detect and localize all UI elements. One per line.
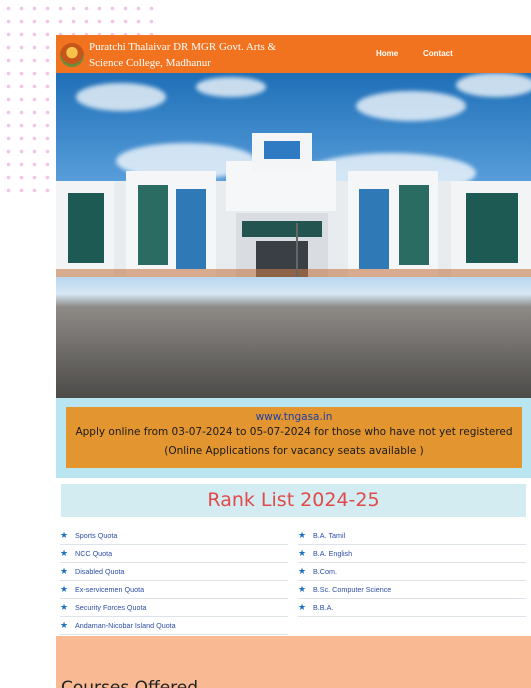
- list-item-bsc-computer-science[interactable]: ★ B.Sc. Computer Science: [298, 581, 526, 599]
- list-item-ba-english[interactable]: ★ B.A. English: [298, 545, 526, 563]
- list-item-andaman-nicobar-quota[interactable]: ★ Andaman-Nicobar Island Quota: [60, 617, 288, 635]
- list-item-ncc-quota[interactable]: ★ NCC Quota: [60, 545, 288, 563]
- list-item-ba-tamil[interactable]: ★ B.A. Tamil: [298, 527, 526, 545]
- star-icon: ★: [298, 548, 307, 558]
- list-item-ex-servicemen-quota[interactable]: ★ Ex-servicemen Quota: [60, 581, 288, 599]
- list-item-disabled-quota[interactable]: ★ Disabled Quota: [60, 563, 288, 581]
- star-icon: ★: [60, 620, 69, 630]
- hero-college-photo: [56, 73, 531, 398]
- star-icon: ★: [298, 566, 307, 576]
- star-icon: ★: [60, 584, 69, 594]
- star-icon: ★: [60, 566, 69, 576]
- courses-section: Courses Offered: [56, 636, 531, 688]
- star-icon: ★: [60, 548, 69, 558]
- nav-home-link[interactable]: Home: [376, 49, 398, 58]
- page-frame: Puratchi Thalaivar DR MGR Govt. Arts & S…: [56, 35, 531, 688]
- course-rank-list: ★ B.A. Tamil ★ B.A. English ★ B.Com. ★ B.Sc.…: [298, 527, 526, 617]
- list-item-bba[interactable]: ★ B.B.A.: [298, 599, 526, 617]
- star-icon: ★: [298, 530, 307, 540]
- list-item-security-forces-quota[interactable]: ★ Security Forces Quota: [60, 599, 288, 617]
- navbar: Puratchi Thalaivar DR MGR Govt. Arts & S…: [56, 35, 531, 73]
- star-icon: ★: [298, 584, 307, 594]
- college-name-line1: Puratchi Thalaivar DR MGR Govt. Arts &: [89, 41, 277, 53]
- notice-line-1: Apply online from 03-07-2024 to 05-07-20…: [75, 426, 513, 438]
- rank-list-title: Rank List 2024-25: [61, 484, 526, 517]
- admission-notice: www.tngasa.in Apply online from 03-07-20…: [66, 407, 522, 468]
- courses-title: Courses Offered: [61, 678, 199, 688]
- tngasa-link[interactable]: www.tngasa.in: [66, 411, 522, 423]
- notice-line-2: (Online Applications for vacancy seats a…: [164, 445, 424, 457]
- star-icon: ★: [60, 530, 69, 540]
- list-item-bcom[interactable]: ★ B.Com.: [298, 563, 526, 581]
- college-name-line2: Science College, Madhanur: [89, 57, 211, 69]
- nav-contact-link[interactable]: Contact: [423, 49, 453, 58]
- quota-rank-list: ★ Sports Quota ★ NCC Quota ★ Disabled Quota…: [60, 527, 288, 635]
- college-name[interactable]: Puratchi Thalaivar DR MGR Govt. Arts & S…: [89, 39, 289, 71]
- college-logo-icon: [60, 43, 84, 67]
- star-icon: ★: [60, 602, 69, 612]
- list-item-sports-quota[interactable]: ★ Sports Quota: [60, 527, 288, 545]
- star-icon: ★: [298, 602, 307, 612]
- notice-section: www.tngasa.in Apply online from 03-07-20…: [56, 398, 531, 478]
